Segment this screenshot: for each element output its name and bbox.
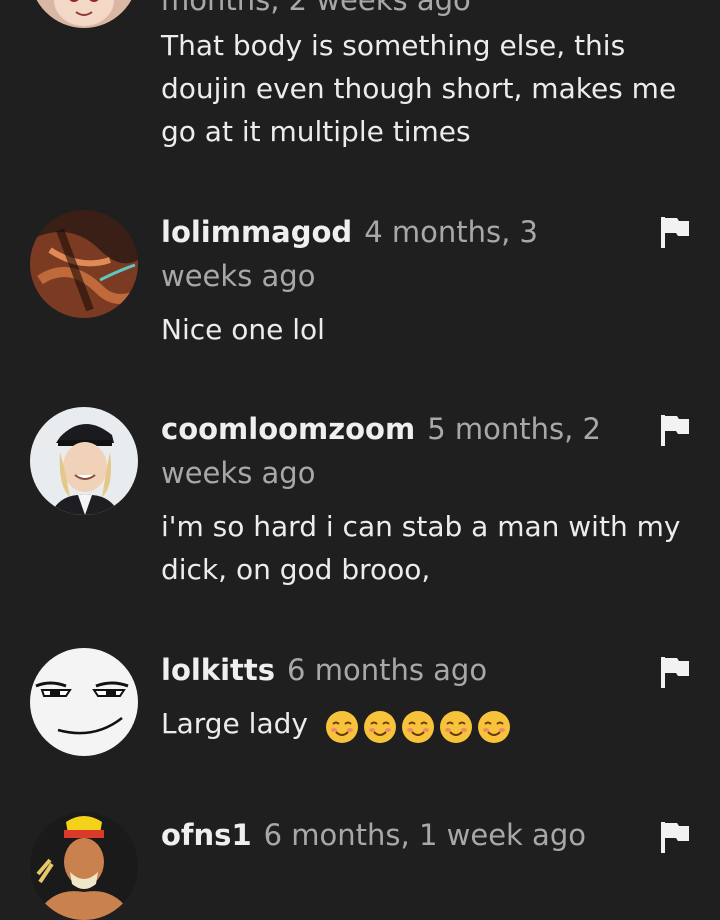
comment-meta: lolkitts 6 months ago bbox=[161, 648, 631, 692]
report-flag-button[interactable] bbox=[659, 820, 691, 854]
report-flag-button[interactable] bbox=[659, 655, 691, 689]
flag-icon bbox=[661, 657, 689, 688]
report-flag-button[interactable] bbox=[659, 215, 691, 249]
comment-timestamp: 6 months, 1 week ago bbox=[263, 818, 586, 852]
user-avatar[interactable] bbox=[30, 0, 138, 28]
user-avatar[interactable] bbox=[30, 812, 138, 920]
user-avatar-image bbox=[30, 407, 138, 515]
flag-icon bbox=[661, 415, 689, 446]
smiling-face-icon bbox=[439, 710, 473, 744]
comment-username[interactable]: ofns1 bbox=[161, 818, 252, 852]
smiling-face-icon bbox=[401, 710, 435, 744]
comment-meta: coomloomzoom 5 months, 2 weeks ago bbox=[161, 407, 631, 495]
user-avatar[interactable] bbox=[30, 210, 138, 318]
user-avatar[interactable] bbox=[30, 407, 138, 515]
report-flag-button[interactable] bbox=[659, 413, 691, 447]
user-avatar-image bbox=[30, 210, 138, 318]
comment-username[interactable]: coomloomzoom bbox=[161, 412, 415, 446]
comment-timestamp: 6 months ago bbox=[287, 653, 488, 687]
comment-username[interactable]: lolimmagod bbox=[161, 215, 352, 249]
comment-username[interactable]: lolkitts bbox=[161, 653, 275, 687]
comment-meta: months, 2 weeks ago bbox=[161, 0, 631, 22]
smiling-face-icon bbox=[325, 710, 359, 744]
comment-text: i'm so hard i can stab a man with my dic… bbox=[161, 510, 681, 586]
anime-avatar-image bbox=[30, 0, 138, 28]
user-avatar-image bbox=[30, 812, 138, 920]
meme-face-avatar-image bbox=[30, 648, 138, 756]
emoji-group bbox=[325, 704, 515, 747]
comment-meta: ofns1 6 months, 1 week ago bbox=[161, 813, 631, 857]
comment-timestamp: months, 2 weeks ago bbox=[161, 0, 471, 17]
user-avatar[interactable] bbox=[30, 648, 138, 756]
comment-text: That body is something else, this doujin… bbox=[161, 29, 677, 148]
smiling-face-icon bbox=[477, 710, 511, 744]
comment-text: Nice one lol bbox=[161, 313, 325, 346]
flag-icon bbox=[661, 217, 689, 248]
comment-text-content: Large lady bbox=[161, 707, 308, 740]
flag-icon bbox=[661, 822, 689, 853]
comment-meta: lolimmagod 4 months, 3 weeks ago bbox=[161, 210, 631, 298]
smiling-face-icon bbox=[363, 710, 397, 744]
comment-text: Large lady bbox=[161, 702, 701, 747]
